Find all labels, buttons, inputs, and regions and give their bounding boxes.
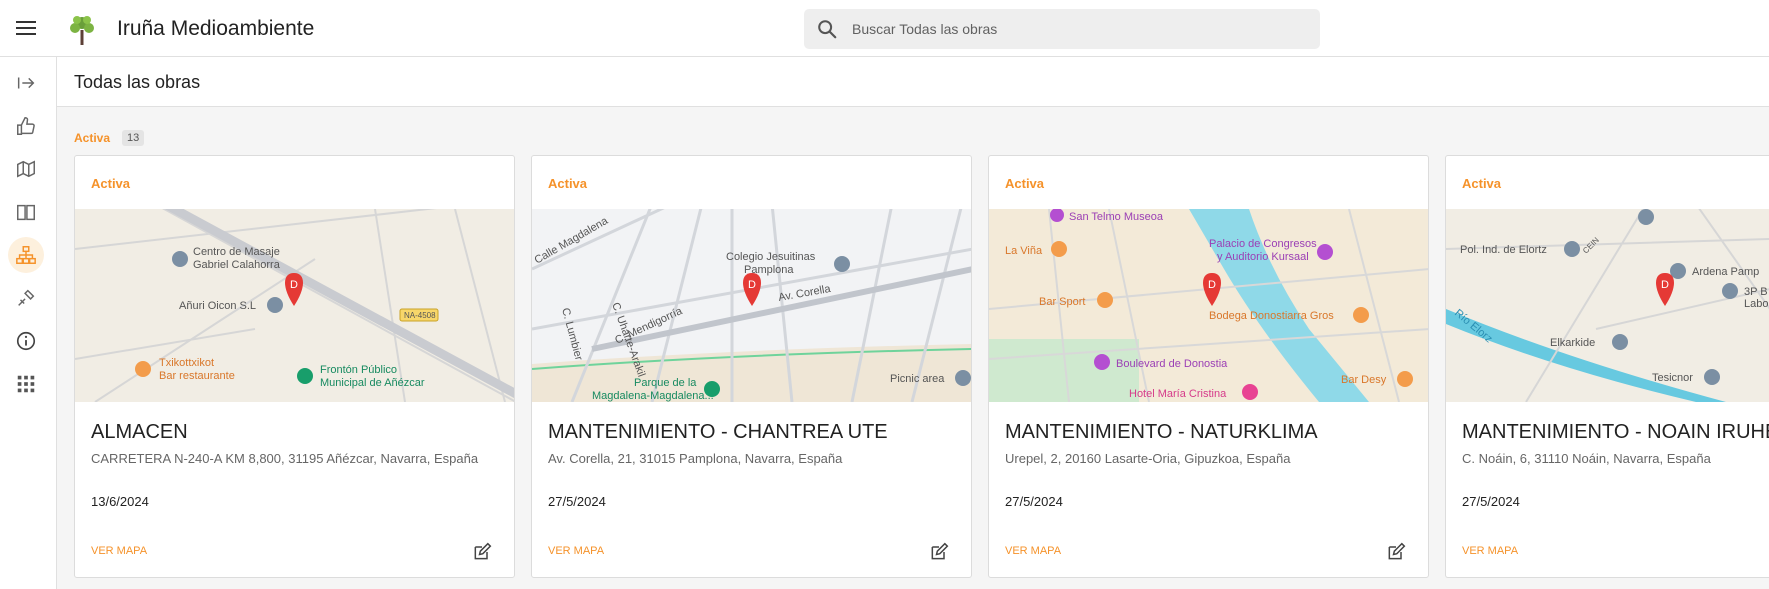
- map-label: Bodega Donostiarra Gros: [1209, 310, 1334, 322]
- map-label: Colegio Jesuitinas: [726, 251, 816, 263]
- app-title: Iruña Medioambiente: [117, 17, 315, 40]
- view-map-link[interactable]: VER MAPA: [1462, 545, 1518, 557]
- view-map-link[interactable]: VER MAPA: [548, 545, 604, 557]
- map-label: La Viña: [1005, 245, 1043, 257]
- top-app-bar: Iruña Medioambiente: [0, 0, 1769, 57]
- sidebar: [0, 57, 57, 589]
- map-image: San Telmo Museoa La Viña Palacio de Cong…: [989, 209, 1428, 402]
- edit-icon[interactable]: [1386, 542, 1406, 562]
- map-label: San Telmo Museoa: [1069, 211, 1164, 223]
- map-label: Pol. Ind. de Elortz: [1460, 244, 1547, 256]
- search-box: [804, 9, 1320, 49]
- map-label: Hotel María Cristina: [1129, 388, 1227, 400]
- hamburger-menu-icon[interactable]: [14, 18, 38, 40]
- project-card[interactable]: Activa Calle Magdalena C. Uharte-Arakil …: [531, 155, 972, 578]
- card-status: Activa: [1462, 176, 1502, 191]
- map-image: Calle Magdalena C. Uharte-Arakil C. Mend…: [532, 209, 971, 402]
- tree-logo-icon: [70, 16, 94, 45]
- card-address: CARRETERA N-240-A KM 8,800, 31195 Añézca…: [91, 451, 479, 466]
- page-header: Todas las obras: [57, 57, 1769, 107]
- map-label: Elkarkide: [1550, 337, 1595, 349]
- edit-icon[interactable]: [472, 542, 492, 562]
- map-icon[interactable]: [8, 151, 44, 187]
- sitemap-icon[interactable]: [8, 237, 44, 273]
- logout-arrow-icon[interactable]: [8, 65, 44, 101]
- map-label: Ardena Pamp: [1692, 266, 1759, 278]
- card-status: Activa: [91, 176, 131, 191]
- status-group-count: 13: [122, 130, 145, 146]
- thumbs-up-icon[interactable]: [8, 108, 44, 144]
- map-label: Magdalena-Magdalena...: [592, 390, 714, 402]
- apps-grid-icon[interactable]: [8, 366, 44, 402]
- map-label: Tesicnor: [1652, 372, 1693, 384]
- map-label: NA-4508: [404, 311, 436, 320]
- card-title: MANTENIMIENTO - NATURKLIMA: [1005, 421, 1318, 443]
- map-label: Bar Sport: [1039, 296, 1085, 308]
- map-label: Palacio de Congresos: [1209, 238, 1317, 250]
- map-label: Boulevard de Donostia: [1116, 358, 1228, 370]
- info-icon[interactable]: [8, 323, 44, 359]
- card-address: Urepel, 2, 20160 Lasarte-Oria, Gipuzkoa,…: [1005, 451, 1291, 466]
- map-label: Picnic area: [890, 373, 945, 385]
- status-group-label[interactable]: Activa: [74, 131, 110, 145]
- tools-icon[interactable]: [8, 280, 44, 316]
- card-date: 13/6/2024: [91, 494, 149, 509]
- map-label: Gabriel Calahorra: [193, 259, 281, 271]
- svg-text:D: D: [290, 279, 298, 291]
- card-title: ALMACEN: [91, 421, 188, 443]
- map-label: Añuri Oicon S.L: [179, 300, 256, 312]
- card-address: C. Noáin, 6, 31110 Noáin, Navarra, Españ…: [1462, 451, 1711, 466]
- book-icon[interactable]: [8, 194, 44, 230]
- search-input[interactable]: [852, 9, 1292, 49]
- card-date: 27/5/2024: [1005, 494, 1063, 509]
- card-title: MANTENIMIENTO - NOAIN IRUHE: [1462, 421, 1769, 443]
- project-card[interactable]: Activa NA-4508 Centro de Masaje Gabriel …: [74, 155, 515, 578]
- map-label: Parque de la: [634, 377, 697, 389]
- card-map[interactable]: NA-4508 Centro de Masaje Gabriel Calahor…: [75, 209, 514, 402]
- page-title: Todas las obras: [74, 72, 201, 92]
- search-icon[interactable]: [816, 18, 838, 40]
- map-label: 3P B: [1744, 286, 1768, 298]
- card-map[interactable]: San Telmo Museoa La Viña Palacio de Cong…: [989, 209, 1428, 402]
- map-label: Txikottxikot: [159, 357, 214, 369]
- card-status: Activa: [1005, 176, 1045, 191]
- map-label: y Auditorio Kursaal: [1217, 251, 1309, 263]
- map-label: Bar restaurante: [159, 370, 235, 382]
- svg-text:D: D: [1661, 279, 1669, 291]
- map-image: CEIN Pol. Ind. de Elortz Ardena Pamp 3P …: [1446, 209, 1769, 402]
- project-card[interactable]: Activa CEIN Pol. Ind. de Elortz Ardena P…: [1445, 155, 1769, 578]
- card-map[interactable]: Calle Magdalena C. Uharte-Arakil C. Mend…: [532, 209, 971, 402]
- card-status: Activa: [548, 176, 588, 191]
- view-map-link[interactable]: VER MAPA: [91, 545, 147, 557]
- card-date: 27/5/2024: [548, 494, 606, 509]
- card-address: Av. Corella, 21, 31015 Pamplona, Navarra…: [548, 451, 843, 466]
- card-map[interactable]: CEIN Pol. Ind. de Elortz Ardena Pamp 3P …: [1446, 209, 1769, 402]
- card-date: 27/5/2024: [1462, 494, 1520, 509]
- map-label: Municipal de Añézcar: [320, 377, 425, 389]
- edit-icon[interactable]: [929, 542, 949, 562]
- project-card[interactable]: Activa San Telmo Museoa La Viña Palacio …: [988, 155, 1429, 578]
- map-label: Centro de Masaje: [193, 246, 280, 258]
- svg-text:D: D: [748, 279, 756, 291]
- view-map-link[interactable]: VER MAPA: [1005, 545, 1061, 557]
- map-label: Bar Desy: [1341, 374, 1387, 386]
- card-title: MANTENIMIENTO - CHANTREA UTE: [548, 421, 888, 443]
- map-label: Frontón Público: [320, 364, 397, 376]
- map-image: NA-4508 Centro de Masaje Gabriel Calahor…: [75, 209, 514, 402]
- map-label: Labo: [1744, 298, 1768, 310]
- svg-text:D: D: [1208, 279, 1216, 291]
